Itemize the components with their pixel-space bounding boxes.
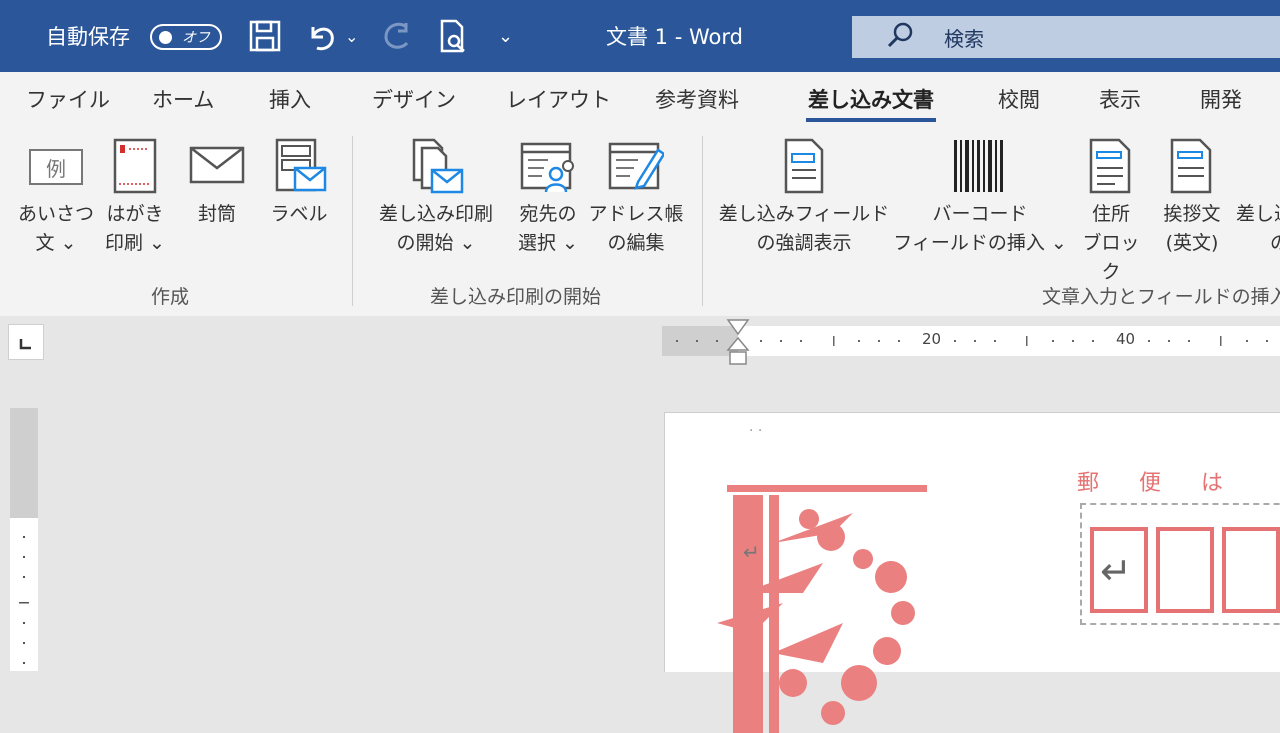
tab-home[interactable]: ホーム (152, 84, 214, 114)
ruler-area: 20 40 (0, 316, 1280, 412)
tab-view[interactable]: 表示 (1099, 84, 1141, 114)
highlight-fields-label-2: の強調表示 (756, 232, 852, 254)
tab-developer[interactable]: 開発 (1200, 84, 1242, 114)
document-page[interactable]: · · ↵ 郵便は ↵ (664, 412, 1280, 733)
address-block-label-1: 住所 (1091, 203, 1130, 225)
vruler-ticks (19, 536, 29, 664)
autosave-toggle[interactable]: オフ (150, 24, 222, 50)
highlight-merge-fields-button[interactable]: 差し込みフィールド の強調表示 (716, 138, 892, 258)
insert-merge-field-label-1: 差し込 (1236, 203, 1280, 225)
document-title: 文書 1 - Word (606, 25, 743, 49)
paragraph-mark-icon: ↵ (1100, 549, 1132, 593)
postcard-icon (113, 138, 157, 194)
postcard-label-2: 印刷 ⌄ (105, 232, 165, 254)
zip-digit-box[interactable] (1222, 527, 1280, 613)
zip-digit-box[interactable]: ↵ (1090, 527, 1148, 613)
insert-barcode-field-button[interactable]: バーコード フィールドの挿入 ⌄ (890, 138, 1070, 258)
group-label-write-insert-fields: 文章入力とフィールドの挿入 (1042, 286, 1280, 308)
tab-insert[interactable]: 挿入 (269, 84, 311, 114)
start-merge-label-2: の開始 ⌄ (396, 232, 476, 254)
label-button[interactable]: ラベル (262, 138, 336, 229)
select-recipients-label-2: 選択 ⌄ (518, 232, 578, 254)
tab-file[interactable]: ファイル (26, 84, 110, 114)
edit-address-book-button[interactable]: アドレス帳 の編集 (588, 138, 684, 258)
zip-digit-box[interactable] (1156, 527, 1214, 613)
undo-dropdown-icon[interactable]: ⌄ (345, 0, 358, 72)
address-block-label-2: ブロック (1082, 232, 1140, 283)
address-block-button[interactable]: 住所 ブロック (1076, 138, 1146, 287)
ribbon: 例 あいさつ 文 ⌄ はがき 印刷 ⌄ 封筒 ラベル 作成 差し込み印刷 の開始… (0, 126, 1280, 317)
tab-review[interactable]: 校閲 (998, 84, 1040, 114)
edit-address-book-label-2: の編集 (607, 232, 665, 254)
ribbon-tab-bar: ファイル ホーム 挿入 デザイン レイアウト 参考資料 差し込み文書 校閲 表示… (0, 72, 1280, 126)
autosave-state: オフ (182, 30, 210, 46)
start-merge-label-1: 差し込み印刷 (378, 203, 493, 225)
envelope-button[interactable]: 封筒 (180, 138, 254, 229)
envelope-label: 封筒 (197, 203, 236, 225)
barcode-label-1: バーコード (932, 203, 1028, 225)
greeting-button[interactable]: 例 あいさつ 文 ⌄ (16, 138, 96, 258)
select-recipients-button[interactable]: 宛先の 選択 ⌄ (508, 138, 588, 258)
horizontal-ruler[interactable]: 20 40 (662, 326, 1280, 356)
start-merge-icon (412, 138, 464, 194)
insert-merge-field-button[interactable]: 差し込 の (1236, 138, 1280, 258)
tab-design[interactable]: デザイン (372, 84, 456, 114)
greeting-line-label-1: 挨拶文 (1163, 203, 1221, 225)
edit-address-book-label-1: アドレス帳 (588, 203, 684, 225)
undo-icon[interactable] (305, 0, 339, 72)
start-mail-merge-button[interactable]: 差し込み印刷 の開始 ⌄ (366, 138, 506, 258)
group-separator (702, 136, 703, 306)
select-recipients-label-1: 宛先の (519, 203, 577, 225)
paragraph-mark-icon: ↵ (743, 540, 760, 564)
group-separator (352, 136, 353, 306)
title-bar: 自動保存 オフ ⌄ ⌄ 文書 1 - Word 検索 (0, 0, 1280, 72)
greeting-line-button[interactable]: 挨拶文 (英文) (1152, 138, 1232, 258)
tab-mailings[interactable]: 差し込み文書 (806, 84, 936, 122)
highlight-fields-label-1: 差し込みフィールド (718, 203, 890, 225)
tab-references[interactable]: 参考資料 (655, 84, 739, 114)
save-icon[interactable] (248, 0, 282, 72)
barcode-icon (954, 140, 1003, 192)
edit-address-book-icon (608, 142, 664, 190)
greeting-icon: 例 (29, 149, 83, 185)
address-block-icon (1089, 138, 1131, 194)
search-icon (886, 21, 914, 54)
greeting-line-label-2: (英文) (1165, 232, 1219, 254)
ruler-mark-20: 20 (922, 330, 942, 348)
search-placeholder: 検索 (944, 26, 984, 51)
greeting-icon-text: 例 (46, 157, 66, 181)
greeting-label-2: 文 ⌄ (35, 232, 77, 254)
group-label-start-merge: 差し込み印刷の開始 (430, 286, 602, 308)
postal-header-text: 郵便は (1077, 471, 1264, 496)
label-icon (275, 138, 327, 192)
ruler-mark-40: 40 (1116, 330, 1136, 348)
vruler-margin (10, 408, 38, 518)
customize-qat-icon[interactable]: ⌄ (498, 0, 513, 72)
barcode-label-2: フィールドの挿入 ⌄ (893, 232, 1067, 254)
page-corner-dots: · · (749, 423, 763, 439)
print-preview-icon[interactable] (438, 0, 468, 72)
tab-selector[interactable] (8, 324, 44, 360)
autosave-label: 自動保存 (46, 25, 130, 49)
greeting-label-1: あいさつ (17, 203, 94, 225)
bamboo-illustration: ↵ (717, 485, 927, 733)
redo-icon[interactable] (380, 0, 414, 72)
postcard-print-button[interactable]: はがき 印刷 ⌄ (100, 138, 170, 258)
select-recipients-icon (520, 142, 574, 193)
envelope-icon (189, 146, 245, 184)
tab-layout[interactable]: レイアウト (506, 84, 611, 114)
insert-merge-field-label-2: の (1270, 232, 1280, 254)
postcard-label-1: はがき (106, 203, 164, 225)
postal-code-box[interactable]: ↵ (1080, 503, 1280, 625)
vertical-ruler[interactable] (10, 408, 38, 671)
indent-marker-icon[interactable] (726, 318, 750, 368)
search-box[interactable]: 検索 (852, 16, 1280, 58)
group-label-create: 作成 (151, 286, 190, 308)
ruler-ticks (676, 336, 1268, 346)
label-label: ラベル (270, 203, 328, 225)
highlight-fields-icon (784, 138, 824, 194)
greeting-line-icon (1170, 138, 1212, 194)
toggle-knob (159, 30, 172, 44)
